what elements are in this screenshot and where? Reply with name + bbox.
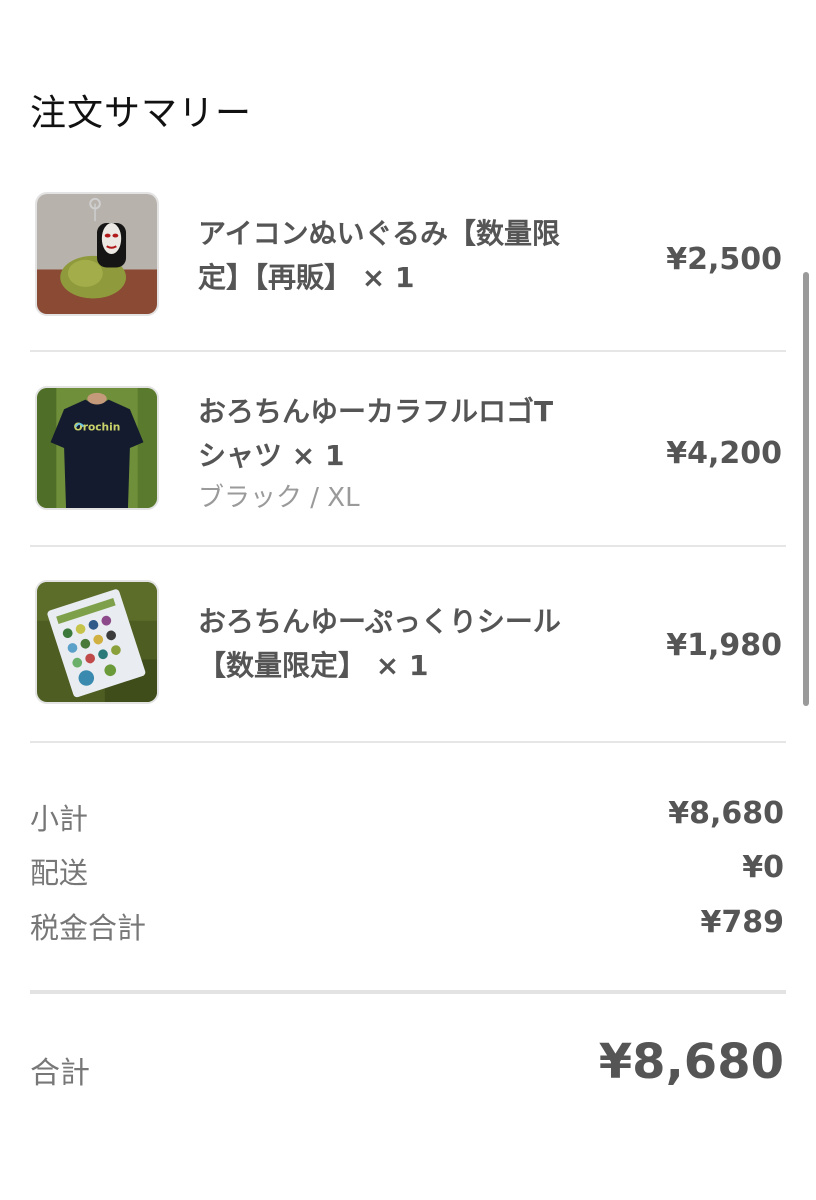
item-thumbnail — [35, 192, 159, 316]
item-divider — [30, 350, 786, 352]
item-name-line: アイコンぬいぐるみ【数量限 — [198, 217, 561, 250]
subtotal-value: ¥8,680 — [668, 796, 784, 831]
item-price: ¥4,200 — [666, 436, 782, 471]
subtotal-row: 小計 ¥8,680 — [30, 796, 786, 840]
item-name-line: 定】【再販】 × 1 — [198, 261, 415, 294]
order-item[interactable]: Orochin おろちんゆーカラフルロゴT シャツ × 1 ブラック / XL … — [30, 386, 786, 514]
shipping-row: 配送 ¥0 — [30, 850, 786, 894]
item-text: アイコンぬいぐるみ【数量限 定】【再販】 × 1 — [198, 212, 598, 300]
item-price: ¥2,500 — [666, 242, 782, 277]
item-thumbnail — [35, 580, 159, 704]
item-divider — [30, 741, 786, 743]
order-item[interactable]: アイコンぬいぐるみ【数量限 定】【再販】 × 1 ¥2,500 — [30, 192, 786, 320]
item-text: おろちんゆーぷっくりシール 【数量限定】 × 1 — [198, 600, 598, 688]
item-name: おろちんゆーカラフルロゴT シャツ × 1 — [198, 390, 598, 478]
tshirt-icon: Orochin — [37, 388, 157, 508]
plush-toy-icon — [37, 194, 157, 314]
thumb-logo-text: Orochin — [74, 421, 121, 434]
item-name-line: 【数量限定】 × 1 — [198, 649, 429, 682]
tax-label: 税金合計 — [30, 911, 147, 945]
item-name-line: おろちんゆーぷっくりシール — [198, 605, 561, 638]
item-price: ¥1,980 — [666, 628, 782, 663]
page-title: 注文サマリー — [30, 93, 253, 134]
tax-row: 税金合計 ¥789 — [30, 905, 786, 949]
scrollbar[interactable] — [803, 272, 809, 706]
total-divider — [30, 990, 786, 994]
item-thumbnail: Orochin — [35, 386, 159, 510]
item-name-line: おろちんゆーカラフルロゴT — [198, 395, 554, 428]
item-text: おろちんゆーカラフルロゴT シャツ × 1 ブラック / XL — [198, 390, 598, 518]
shipping-label: 配送 — [30, 856, 89, 890]
item-divider — [30, 545, 786, 547]
item-variant: ブラック / XL — [198, 483, 360, 513]
item-name: おろちんゆーぷっくりシール 【数量限定】 × 1 — [198, 600, 598, 688]
item-name-line: シャツ × 1 — [198, 439, 345, 472]
tax-value: ¥789 — [700, 905, 785, 940]
total-label: 合計 — [30, 1056, 90, 1091]
order-item[interactable]: おろちんゆーぷっくりシール 【数量限定】 × 1 ¥1,980 — [30, 580, 786, 708]
subtotal-label: 小計 — [30, 802, 89, 836]
total-value: ¥8,680 — [598, 1034, 784, 1090]
sticker-sheet-icon — [37, 582, 157, 702]
item-name: アイコンぬいぐるみ【数量限 定】【再販】 × 1 — [198, 212, 598, 300]
shipping-value: ¥0 — [742, 850, 784, 885]
